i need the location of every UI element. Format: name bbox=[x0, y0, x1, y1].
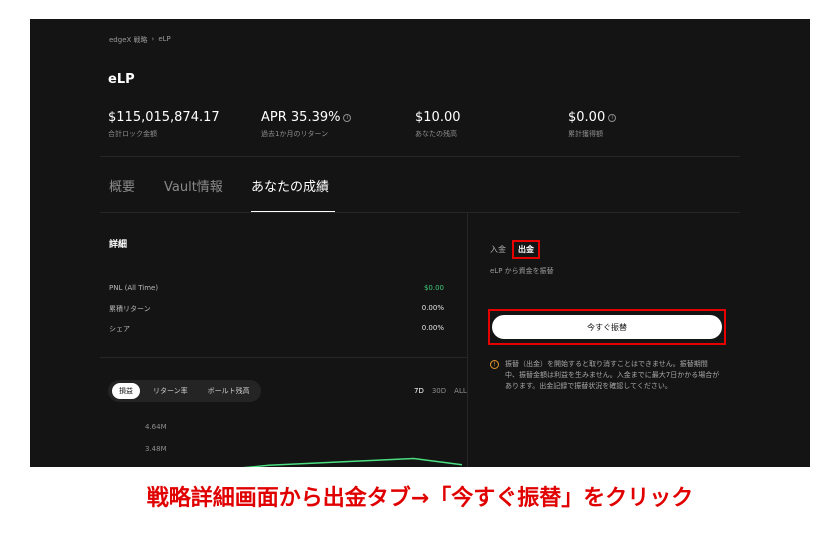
detail-label: PNL (All Time) bbox=[109, 284, 159, 292]
chevron-right-icon: › bbox=[151, 35, 155, 43]
deposit-withdraw-panel: 入金 出金 eLP から資金を振替 今すぐ振替 ! 振替（出金）を開始すると取り… bbox=[468, 213, 810, 467]
warning-notice: ! 振替（出金）を開始すると取り消すことはできません。振替期間中、振替金額は利益… bbox=[490, 359, 720, 392]
detail-label: シェア bbox=[109, 325, 130, 333]
app-screenshot: edgeX 戦略 › eLP eLP $115,015,874.17 合計ロック… bbox=[30, 19, 810, 467]
chart-range-selector: 7D 30D ALL bbox=[414, 387, 467, 395]
breadcrumb-parent-link[interactable]: edgeX 戦略 bbox=[109, 35, 148, 45]
tab-deposit[interactable]: 入金 bbox=[490, 244, 506, 255]
stat-value: $0.00 bbox=[568, 110, 606, 125]
transfer-now-button[interactable]: 今すぐ振替 bbox=[492, 315, 722, 339]
stat-apr: APR 35.39% i 過去1か月のリターン bbox=[261, 110, 352, 139]
details-title: 詳細 bbox=[109, 240, 128, 250]
detail-value: 0.00% bbox=[421, 304, 444, 312]
stat-earned: $0.00 i 累計獲得額 bbox=[568, 110, 617, 139]
stat-label: 累計獲得額 bbox=[568, 130, 603, 138]
stat-tvl: $115,015,874.17 合計ロック金額 bbox=[108, 110, 220, 139]
detail-row-pnl: PNL (All Time) $0.00 bbox=[109, 284, 444, 292]
info-icon[interactable]: i bbox=[608, 113, 617, 122]
breadcrumb-current: eLP bbox=[158, 35, 171, 43]
deposit-withdraw-tabs: 入金 出金 bbox=[490, 240, 540, 259]
stat-balance: $10.00 あなたの残高 bbox=[415, 110, 461, 139]
page-title: eLP bbox=[108, 72, 135, 87]
detail-label: 累積リターン bbox=[109, 305, 151, 313]
divider bbox=[100, 156, 740, 157]
chart-metric-tabs: 損益 リターン率 ボールト残高 bbox=[108, 380, 261, 402]
y-tick-label: 3.48M bbox=[145, 445, 167, 453]
tab-your-performance[interactable]: あなたの成績 bbox=[251, 176, 329, 195]
stat-label: 合計ロック金額 bbox=[108, 130, 157, 138]
detail-row-cumulative-return: 累積リターン 0.00% bbox=[109, 304, 444, 314]
range-all[interactable]: ALL bbox=[454, 387, 467, 395]
detail-value: $0.00 bbox=[423, 284, 444, 292]
stat-label: 過去1か月のリターン bbox=[261, 130, 329, 138]
stat-value: $10.00 bbox=[415, 110, 461, 125]
warning-icon: ! bbox=[490, 360, 499, 369]
instruction-caption: 戦略詳細画面から出金タブ→「今すぐ振替」をクリック bbox=[146, 486, 694, 511]
chart-tab-vault-balance[interactable]: ボールト残高 bbox=[201, 383, 257, 399]
info-icon[interactable]: i bbox=[343, 113, 352, 122]
panel-subtitle: eLP から資金を振替 bbox=[490, 267, 554, 275]
stats-row: $115,015,874.17 合計ロック金額 APR 35.39% i 過去1か… bbox=[108, 110, 748, 150]
breadcrumb: edgeX 戦略 › eLP bbox=[109, 35, 171, 45]
stat-value: $115,015,874.17 bbox=[108, 110, 220, 125]
detail-row-share: シェア 0.00% bbox=[109, 324, 444, 334]
range-30d[interactable]: 30D bbox=[432, 387, 446, 395]
tab-overview[interactable]: 概要 bbox=[109, 176, 135, 195]
chart-tab-pnl[interactable]: 損益 bbox=[112, 383, 140, 399]
y-tick-label: 4.64M bbox=[145, 423, 167, 431]
tab-vault-info[interactable]: Vault情報 bbox=[164, 176, 223, 195]
performance-section: 詳細 PNL (All Time) $0.00 累積リターン 0.00% シェア… bbox=[100, 213, 467, 467]
pnl-series-line bbox=[242, 457, 463, 467]
detail-value: 0.00% bbox=[421, 324, 444, 332]
range-7d[interactable]: 7D bbox=[414, 387, 424, 395]
divider bbox=[100, 357, 467, 358]
chart-tab-return-rate[interactable]: リターン率 bbox=[146, 383, 195, 399]
stat-label: あなたの残高 bbox=[415, 130, 457, 138]
tab-withdraw[interactable]: 出金 bbox=[512, 240, 540, 259]
stat-value: APR 35.39% bbox=[261, 110, 341, 125]
pnl-chart: 4.64M3.48M2.32M bbox=[145, 423, 463, 467]
warning-text: 振替（出金）を開始すると取り消すことはできません。振替期間中、振替金額は利益を生… bbox=[505, 360, 720, 390]
